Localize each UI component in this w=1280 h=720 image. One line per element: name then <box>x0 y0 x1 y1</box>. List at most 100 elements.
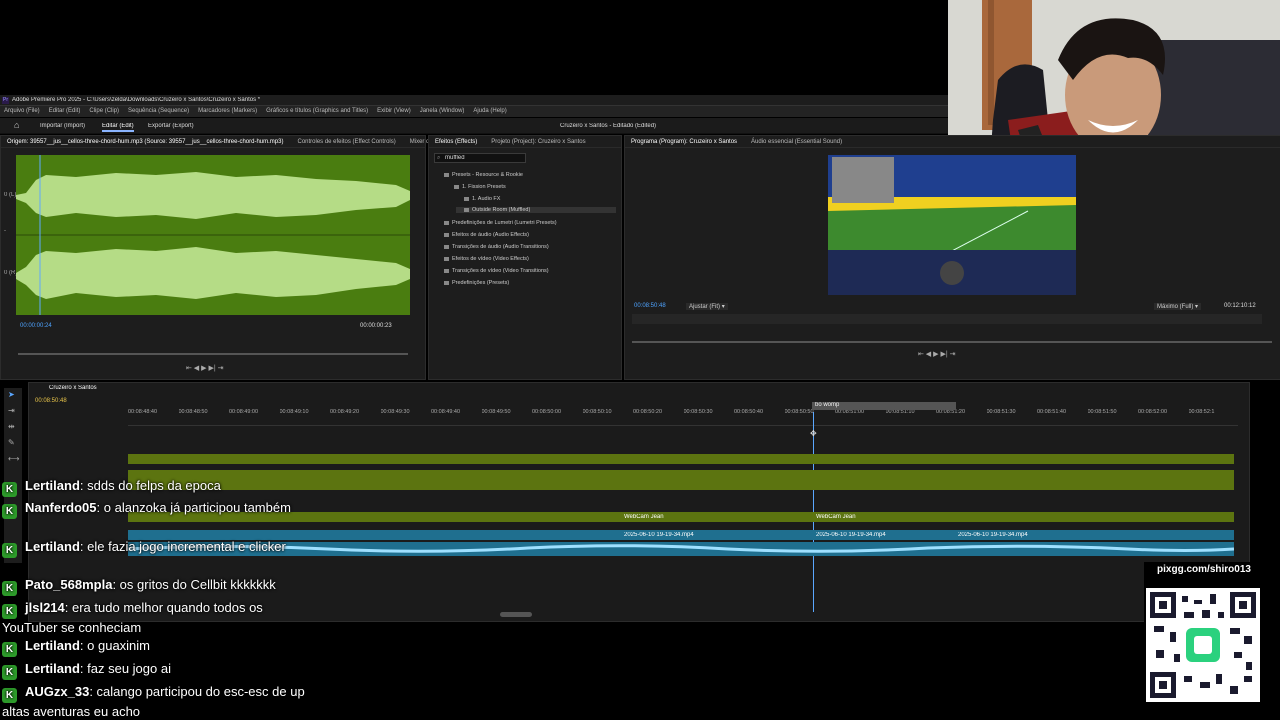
ruler-tick-label: 00:08:49:00 <box>229 409 259 415</box>
ruler-tick-label: 00:08:49:20 <box>330 409 360 415</box>
window-title: Adobe Premiere Pro 2025 - C:\Users\zelda… <box>12 97 261 103</box>
tab-project[interactable]: Projeto (Project): Cruzeiro x Santos <box>491 139 585 145</box>
ruler-tick-label: 00:08:51:50 <box>1087 409 1117 415</box>
tree-item[interactable]: Efeitos de áudio (Audio Effects) <box>436 232 529 238</box>
razor-tool-icon[interactable]: ✎ <box>8 438 18 447</box>
clip-label: 2025-06-10 19-19-34.mp4 <box>816 532 886 538</box>
chevron-down-icon: ▾ <box>1195 304 1199 310</box>
menu-help[interactable]: Ajuda (Help) <box>469 106 511 117</box>
ruler-tick-label: 00:08:50:30 <box>683 409 713 415</box>
chat-message: K Lertiland: sdds do felps da epoca <box>2 477 221 497</box>
home-icon[interactable]: ⌂ <box>14 121 24 130</box>
menu-file[interactable]: Arquivo (File) <box>0 106 45 117</box>
menu-graphics[interactable]: Gráficos e títulos (Graphics and Titles) <box>262 106 373 117</box>
tab-effect-controls[interactable]: Controles de efeitos (Effect Controls) <box>297 139 395 145</box>
menu-sequence[interactable]: Sequência (Sequence) <box>124 106 194 117</box>
clip-label: WebCam Jean <box>816 514 856 520</box>
qr-label: pixgg.com/shiro013 <box>1157 564 1251 575</box>
tree-item[interactable]: Presets - Resource & Rookie <box>436 172 523 178</box>
kick-badge-icon: K <box>2 482 17 497</box>
chat-message: K Lertiland: o guaxinim <box>2 637 150 657</box>
ruler-tick-label: 00:08:50:20 <box>633 409 663 415</box>
track-select-tool-icon[interactable]: ⇥ <box>8 406 18 415</box>
ruler-tick-label: 00:08:49:30 <box>380 409 410 415</box>
tree-item[interactable]: Transições de áudio (Audio Transitions) <box>436 244 549 250</box>
program-scrubber[interactable] <box>632 341 1272 343</box>
source-duration: 00:00:00:23 <box>360 323 392 329</box>
menu-window[interactable]: Janela (Window) <box>416 106 470 117</box>
source-transport-controls[interactable]: ⇤ ◀ ▶ ▶| ⇥ <box>186 364 223 372</box>
ripple-edit-tool-icon[interactable]: ⇹ <box>8 422 18 431</box>
kick-badge-icon: K <box>2 665 17 680</box>
tree-item[interactable]: Predefinições (Presets) <box>436 280 509 286</box>
kick-badge-icon: K <box>2 581 17 596</box>
menu-bar: Arquivo (File) Editar (Edit) Clipe (Clip… <box>0 106 948 117</box>
chat-message: Kjlsl214: era tudo melhor quando todos o… <box>2 600 263 635</box>
kick-badge-icon: K <box>2 504 17 519</box>
tab-edit[interactable]: Editar (Edit) <box>102 123 134 132</box>
tree-item-selected[interactable]: Outside Room (Muffled) <box>456 207 616 213</box>
timeline-timecode[interactable]: 00:08:50:48 <box>35 398 67 404</box>
fit-dropdown[interactable]: Ajustar (Fit) ▾ <box>686 303 728 310</box>
tree-item[interactable]: Efeitos de vídeo (Video Effects) <box>436 256 529 262</box>
source-scrubber[interactable] <box>18 353 408 355</box>
chat-message: K AUGzx_33: calango participou do esc-esc… <box>2 684 305 719</box>
ruler-tick-label: 00:08:51:40 <box>1037 409 1067 415</box>
marker-label[interactable]: bo womp <box>812 402 956 410</box>
tab-essential-sound[interactable]: Áudio essencial (Essential Sound) <box>751 139 842 145</box>
program-timecode[interactable]: 00:08:50:48 <box>634 303 666 309</box>
search-icon: ⌕ <box>437 155 441 161</box>
db-mark: - <box>4 228 6 234</box>
timeline-tab[interactable]: Cruzeiro x Santos <box>49 385 97 391</box>
program-transport-controls[interactable]: ⇤ ◀ ▶ ▶| ⇥ <box>918 350 955 358</box>
tab-export[interactable]: Exportar (Export) <box>148 123 194 129</box>
ruler-tick-label: 00:08:50:10 <box>582 409 612 415</box>
chat-message: K Lertiland: ele fazia jogo incremental e… <box>2 538 302 558</box>
kick-badge-icon: K <box>2 604 17 619</box>
tab-program[interactable]: Programa (Program): Cruzeiro x Santos <box>631 139 737 145</box>
qr-code-image <box>1146 588 1260 702</box>
menu-clip[interactable]: Clipe (Clip) <box>85 106 124 117</box>
tree-item[interactable]: 1. Fission Presets <box>446 184 506 190</box>
video-clip-track-v9[interactable] <box>128 454 1234 464</box>
menu-view[interactable]: Exibir (View) <box>373 106 416 117</box>
ruler-tick-label: 00:08:49:50 <box>481 409 511 415</box>
workspace-bar: ⌂ Importar (Import) Editar (Edit) Export… <box>0 118 948 134</box>
tab-effects[interactable]: Efeitos (Effects) <box>435 139 477 145</box>
ruler-tick-label: 00:08:49:40 <box>431 409 461 415</box>
tree-item[interactable]: 1. Audio FX <box>456 196 500 202</box>
timeline-ruler[interactable]: 00:08:48:40 00:08:48:50 00:08:49:00 00:08:4… <box>128 408 1238 426</box>
selection-tool-icon[interactable]: ➤ <box>8 390 18 399</box>
ruler-tick-label: 00:08:48:40 <box>128 409 158 415</box>
ruler-tick-label: 00:08:51:30 <box>986 409 1016 415</box>
menu-edit[interactable]: Editar (Edit) <box>45 106 86 117</box>
quality-dropdown[interactable]: Máximo (Full) ▾ <box>1154 303 1202 310</box>
slip-tool-icon[interactable]: ⟷ <box>8 454 19 463</box>
tree-item[interactable]: Predefinições de Lumetri (Lumetri Preset… <box>436 220 557 226</box>
chevron-down-icon: ▾ <box>721 304 725 310</box>
tab-import[interactable]: Importar (Import) <box>40 123 85 129</box>
tree-item[interactable]: Transições de vídeo (Video Transitions) <box>436 268 549 274</box>
program-markers-bar[interactable] <box>632 314 1262 324</box>
clip-label: 2025-06-10 19-19-34.mp4 <box>958 532 1028 538</box>
source-timecode[interactable]: 00:00:00:24 <box>20 323 52 329</box>
program-duration: 00:12:10:12 <box>1224 303 1256 309</box>
timeline-scrollbar[interactable] <box>500 612 532 617</box>
effects-search-input[interactable]: ⌕ muffled <box>434 153 526 163</box>
menu-markers[interactable]: Marcadores (Markers) <box>194 106 262 117</box>
project-title: Cruzeiro x Santos - Editado (Edited) <box>560 123 657 129</box>
program-video-frame <box>828 155 1076 295</box>
qr-code-graphic <box>1150 592 1256 698</box>
ruler-tick-label: 00:08:50:40 <box>734 409 764 415</box>
soccer-broadcast-image <box>828 155 1076 295</box>
kick-badge-icon: K <box>2 642 17 657</box>
chat-overlay: K Lertiland: sdds do felps da epoca K Nanf… <box>0 476 320 720</box>
tab-source[interactable]: Origem: 39557__jus__cellos-three-chord-h… <box>7 139 283 145</box>
audio-waveform[interactable] <box>16 155 410 315</box>
search-value: muffled <box>445 155 465 161</box>
waveform-graphic <box>16 155 410 315</box>
clip-label: WebCam Jean <box>624 514 664 520</box>
ruler-tick-label: 00:08:52:1 <box>1188 409 1215 415</box>
ruler-tick-label: 00:08:48:50 <box>178 409 208 415</box>
chat-message: K Pato_568mpla: os gritos do Cellbit kkkk… <box>2 576 276 596</box>
